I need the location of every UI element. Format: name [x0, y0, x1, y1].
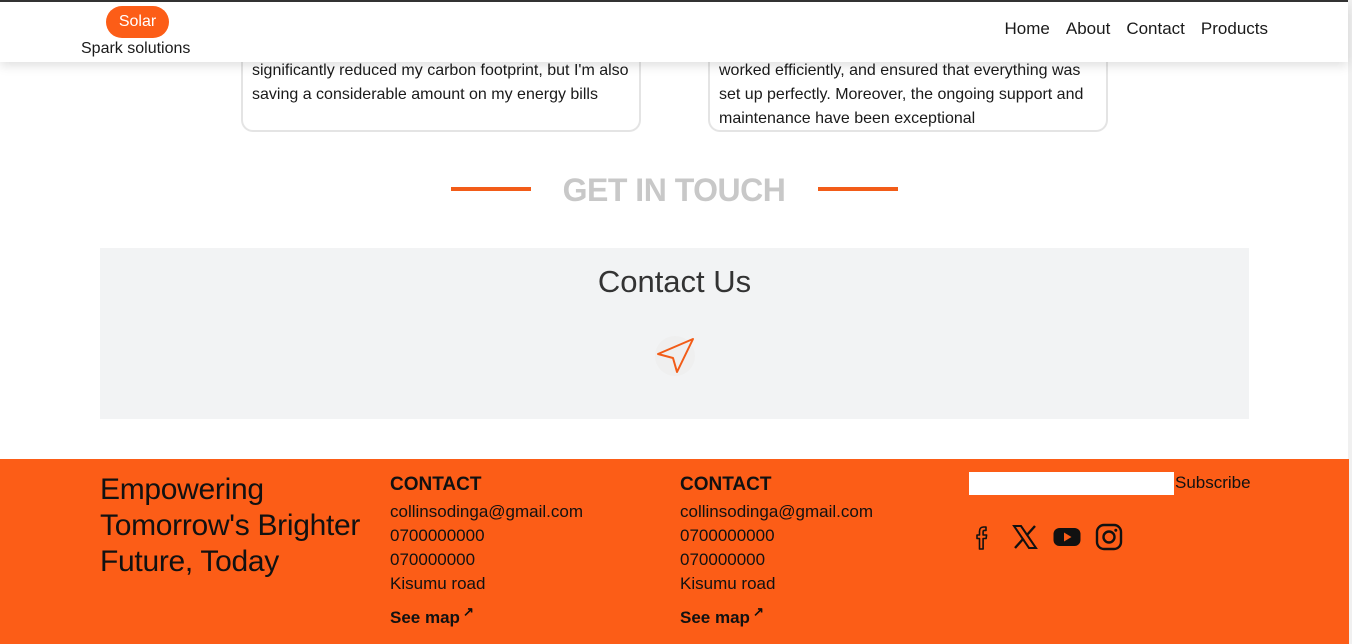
x-icon[interactable]	[1010, 522, 1040, 552]
see-map-link[interactable]: See map ↗	[680, 604, 764, 628]
logo-subtitle: Spark solutions	[81, 40, 191, 57]
testimonial-text: significantly reduced my carbon footprin…	[252, 62, 629, 103]
footer-address: Kisumu road	[390, 574, 486, 593]
testimonial-text: worked efficiently, and ensured that eve…	[719, 62, 1084, 127]
nav-about[interactable]: About	[1066, 19, 1110, 39]
facebook-icon[interactable]	[968, 522, 998, 552]
see-map-label: See map	[390, 608, 460, 627]
footer-heading: CONTACT	[390, 474, 482, 495]
section-divider-right	[818, 187, 898, 191]
footer-contact-column: CONTACT collinsodinga@gmail.com 07000000…	[680, 474, 940, 596]
youtube-icon[interactable]	[1052, 522, 1082, 552]
see-map-link[interactable]: See map ↗	[390, 604, 474, 628]
footer-heading: CONTACT	[680, 474, 772, 495]
footer-tagline: Empowering Tomorrow's Brighter Future, T…	[100, 473, 361, 578]
instagram-icon[interactable]	[1094, 522, 1124, 552]
social-links	[968, 522, 1124, 552]
nav-products[interactable]: Products	[1201, 19, 1268, 39]
footer-email[interactable]: collinsodinga@gmail.com	[680, 500, 940, 524]
contact-title: Contact Us	[597, 264, 752, 299]
subscribe-email-input[interactable]	[969, 472, 1174, 495]
section-title: GET IN TOUCH	[562, 172, 786, 208]
footer-phone: 070000000	[390, 550, 476, 569]
footer-phone: 0700000000	[390, 526, 485, 545]
footer-phone: 070000000	[680, 550, 766, 569]
main-nav: Home About Contact Products	[1005, 19, 1268, 39]
footer-contact-column: CONTACT collinsodinga@gmail.com 07000000…	[390, 474, 650, 596]
external-arrow-icon: ↗	[462, 604, 474, 619]
nav-home[interactable]: Home	[1005, 19, 1050, 39]
external-arrow-icon: ↗	[752, 604, 764, 619]
nav-contact[interactable]: Contact	[1126, 19, 1185, 39]
site-header: Solar Spark solutions Home About Contact…	[0, 2, 1348, 62]
logo-badge[interactable]: Solar	[106, 6, 169, 38]
subscribe-button[interactable]: Subscribe	[1175, 473, 1251, 493]
footer-email[interactable]: collinsodinga@gmail.com	[390, 500, 650, 524]
site-footer: Empowering Tomorrow's Brighter Future, T…	[0, 459, 1349, 644]
contact-panel: Contact Us	[100, 248, 1249, 419]
send-icon[interactable]	[653, 334, 697, 378]
footer-phone: 0700000000	[680, 526, 775, 545]
see-map-label: See map	[680, 608, 750, 627]
footer-address: Kisumu road	[680, 574, 776, 593]
section-divider-left	[451, 187, 531, 191]
